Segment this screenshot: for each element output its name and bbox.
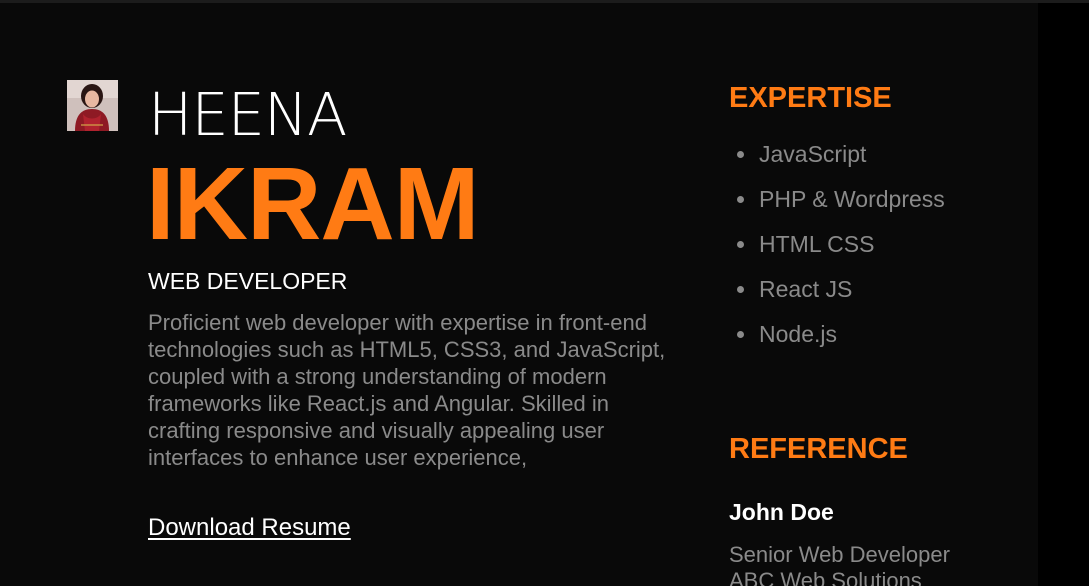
download-resume-link[interactable]: Download Resume	[148, 513, 351, 543]
expertise-list: JavaScript PHP & Wordpress HTML CSS Reac…	[737, 139, 945, 364]
bullet-icon	[737, 241, 744, 248]
page-margin	[1038, 0, 1089, 586]
expertise-item-label: PHP & Wordpress	[759, 186, 945, 212]
bullet-icon	[737, 331, 744, 338]
profile-photo	[67, 80, 118, 131]
expertise-item-label: Node.js	[759, 321, 837, 347]
expertise-heading: EXPERTISE	[729, 82, 892, 114]
expertise-item-label: React JS	[759, 276, 853, 302]
expertise-item-label: HTML CSS	[759, 231, 875, 257]
reference-job-title: Senior Web Developer	[729, 542, 950, 567]
reference-company: ABC Web Solutions	[729, 568, 922, 586]
first-name: HEENA	[148, 80, 347, 149]
expertise-item: React JS	[737, 274, 945, 319]
bullet-icon	[737, 286, 744, 293]
bio-paragraph: Proficient web developer with expertise …	[148, 310, 666, 470]
last-name: IKRAM	[146, 146, 480, 261]
expertise-item: JavaScript	[737, 139, 945, 184]
reference-heading: REFERENCE	[729, 433, 908, 465]
expertise-item-label: JavaScript	[759, 141, 867, 167]
expertise-item: HTML CSS	[737, 229, 945, 274]
reference-name: John Doe	[729, 499, 834, 525]
avatar	[67, 80, 118, 131]
expertise-item: PHP & Wordpress	[737, 184, 945, 229]
bullet-icon	[737, 151, 744, 158]
job-role: WEB DEVELOPER	[148, 268, 348, 294]
bullet-icon	[737, 196, 744, 203]
resume-page: HEENA IKRAM WEB DEVELOPER Proficient web…	[0, 0, 1038, 586]
expertise-item: Node.js	[737, 319, 945, 364]
